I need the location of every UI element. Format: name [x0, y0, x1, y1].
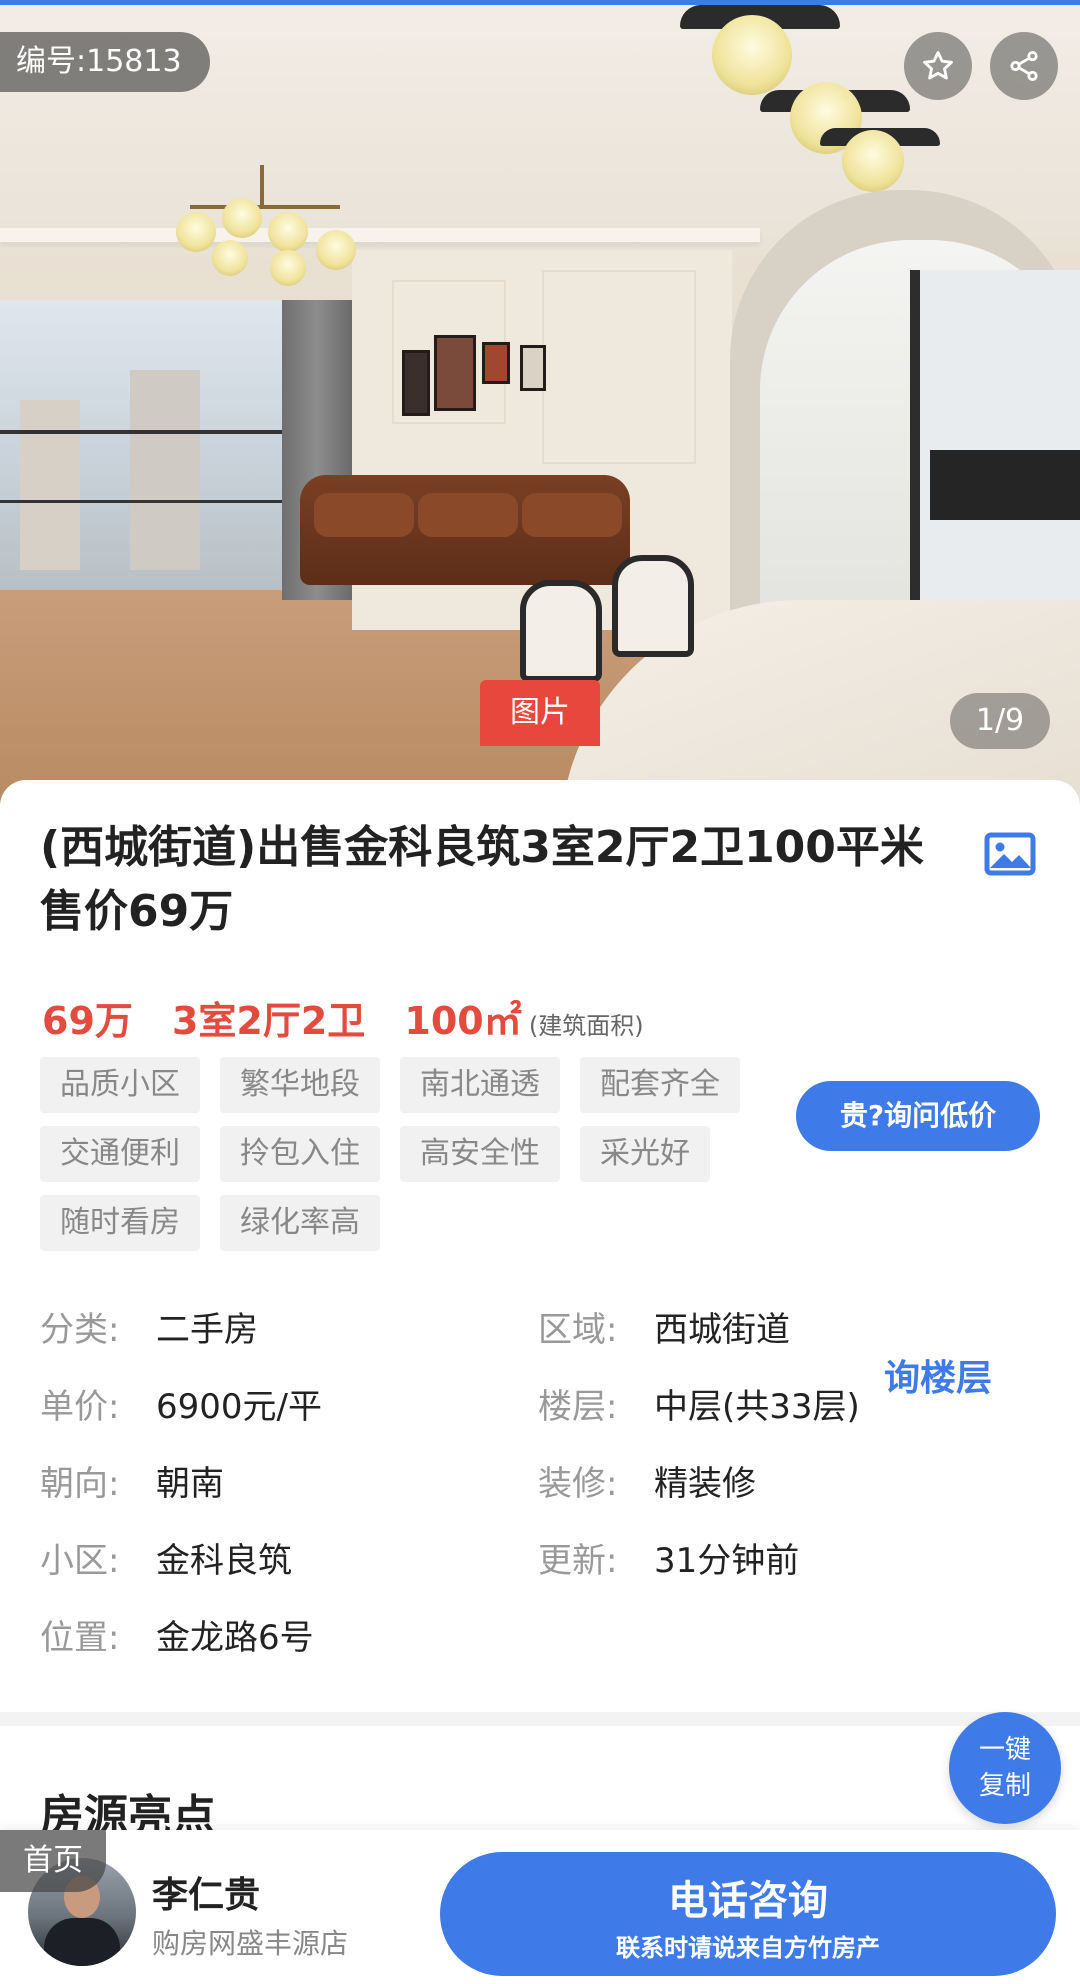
- detail-value: 金科良筑: [156, 1541, 292, 1581]
- detail-value: 精装修: [654, 1464, 756, 1504]
- detail-decoration: 装修: 精装修: [538, 1454, 756, 1514]
- feature-tag: 交通便利: [40, 1126, 200, 1182]
- detail-value: 西城街道: [654, 1310, 790, 1350]
- phone-consult-button[interactable]: 电话咨询 联系时请说来自方竹房产: [440, 1852, 1056, 1976]
- share-icon: [1010, 50, 1038, 82]
- detail-value: 二手房: [156, 1310, 258, 1350]
- room-layout: 3室2厅2卫: [171, 999, 366, 1043]
- detail-key: 区域:: [538, 1310, 618, 1350]
- feature-tag: 拎包入住: [220, 1126, 380, 1182]
- area-note: (建筑面积): [528, 1012, 644, 1040]
- agent-store: 购房网盛丰源店: [152, 1927, 349, 1960]
- detail-value: 朝南: [156, 1464, 224, 1504]
- photo-window: [0, 300, 308, 590]
- photo-cornice: [0, 228, 760, 242]
- detail-value: 6900元/平: [156, 1387, 322, 1427]
- ask-floor-link[interactable]: 询楼层: [884, 1349, 992, 1409]
- detail-updated: 更新: 31分钟前: [538, 1531, 799, 1591]
- feature-tag: 品质小区: [40, 1057, 200, 1113]
- detail-key: 装修:: [538, 1464, 618, 1504]
- section-divider: [0, 1712, 1080, 1726]
- detail-key: 楼层:: [538, 1387, 618, 1427]
- agent-name: 李仁贵: [152, 1875, 261, 1916]
- copy-button-line1: 一键: [978, 1735, 1031, 1765]
- detail-orientation: 朝向: 朝南: [40, 1454, 224, 1514]
- listing-id-badge: 编号:15813: [0, 32, 210, 92]
- detail-district: 区域: 西城街道: [538, 1300, 790, 1360]
- feature-tag: 采光好: [580, 1126, 710, 1182]
- feature-tag: 绿化率高: [220, 1195, 380, 1251]
- ask-lower-price-button[interactable]: 贵?询问低价: [796, 1081, 1040, 1151]
- floor-area: 100㎡: [404, 999, 522, 1043]
- listing-photo[interactable]: 编号:15813 图片 1/9: [0, 0, 1080, 810]
- photo-kitchen: [910, 270, 1080, 610]
- listing-title: (西城街道)出售金科良筑3室2厅2卫100平米 售价69万: [40, 822, 924, 937]
- call-button-label: 电话咨询: [668, 1878, 828, 1924]
- price-row: 69万 3室2厅2卫 100㎡ (建筑面积): [42, 990, 644, 1043]
- favorite-button[interactable]: [904, 32, 972, 100]
- detail-key: 小区:: [40, 1541, 120, 1581]
- detail-community: 小区: 金科良筑: [40, 1531, 292, 1591]
- detail-value: 31分钟前: [654, 1541, 800, 1581]
- detail-floor: 楼层: 中层(共33层): [538, 1377, 860, 1437]
- top-accent-line: [0, 0, 1080, 5]
- image-tab[interactable]: 图片: [480, 680, 600, 746]
- photo-chair: [520, 580, 602, 682]
- feature-tag: 繁华地段: [220, 1057, 380, 1113]
- detail-value: 金龙路6号: [156, 1618, 314, 1658]
- listing-page: 编号:15813 图片 1/9 (西城街道)出售金科良筑3室2厅2卫100平米 …: [0, 0, 1080, 1984]
- share-button[interactable]: [990, 32, 1058, 100]
- detail-category: 分类: 二手房: [40, 1300, 258, 1360]
- star-icon: [923, 51, 953, 80]
- detail-key: 位置:: [40, 1618, 120, 1658]
- listing-card: (西城街道)出售金科良筑3室2厅2卫100平米 售价69万 69万 3室2厅2卫…: [0, 780, 1080, 1984]
- feature-tag: 南北通透: [400, 1057, 560, 1113]
- image-icon[interactable]: [984, 832, 1036, 876]
- feature-tag: 随时看房: [40, 1195, 200, 1251]
- home-button[interactable]: 首页: [0, 1830, 106, 1892]
- detail-key: 朝向:: [40, 1464, 120, 1504]
- image-counter: 1/9: [950, 693, 1050, 749]
- total-price: 69万: [42, 999, 133, 1043]
- detail-key: 分类:: [40, 1310, 120, 1350]
- copy-button-line2: 复制: [978, 1771, 1031, 1801]
- call-button-subtitle: 联系时请说来自方竹房产: [616, 1934, 880, 1962]
- photo-sofa: [300, 475, 630, 585]
- feature-tag: 配套齐全: [580, 1057, 740, 1113]
- detail-key: 更新:: [538, 1541, 618, 1581]
- detail-key: 单价:: [40, 1387, 120, 1427]
- feature-tag: 高安全性: [400, 1126, 560, 1182]
- detail-unit-price: 单价: 6900元/平: [40, 1377, 322, 1437]
- detail-location: 位置: 金龙路6号: [40, 1608, 314, 1668]
- photo-chair: [612, 555, 694, 657]
- detail-value: 中层(共33层): [654, 1387, 860, 1427]
- bottom-contact-bar: 首页 李仁贵 购房网盛丰源店 电话咨询 联系时请说来自方竹房产: [0, 1830, 1080, 1984]
- one-click-copy-button[interactable]: 一键 复制: [949, 1712, 1061, 1824]
